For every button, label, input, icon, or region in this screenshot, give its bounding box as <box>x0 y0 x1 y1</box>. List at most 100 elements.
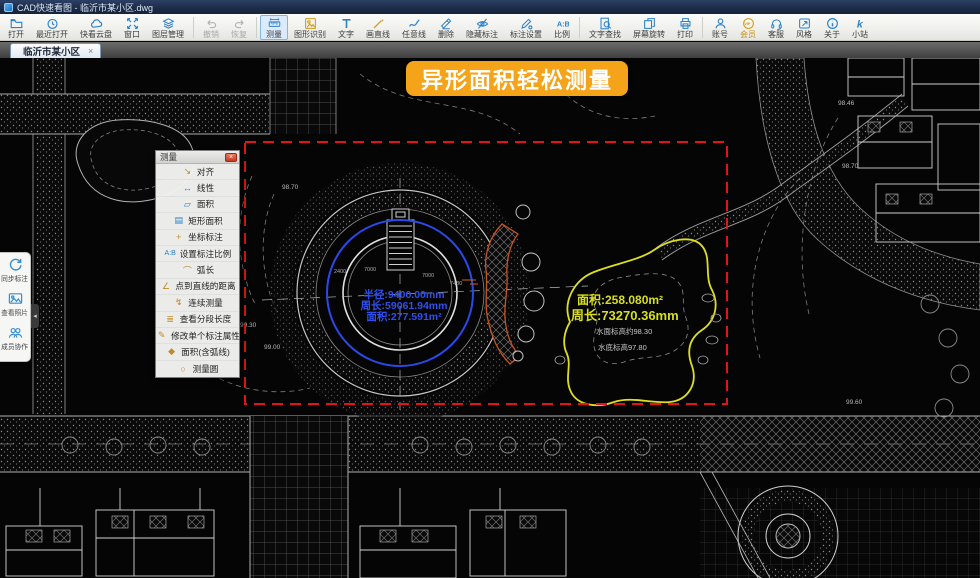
print-button[interactable]: 打印 <box>671 15 699 40</box>
about-button[interactable]: 关于 <box>818 15 846 40</box>
delete-button[interactable]: 删除 <box>432 15 460 40</box>
svg-text:99.00: 99.00 <box>264 344 281 351</box>
toolbar-separator <box>579 17 580 38</box>
cloud-drive-button[interactable]: 快看云盘 <box>74 15 118 40</box>
window-arrows-icon <box>126 17 139 30</box>
svg-text:99.60: 99.60 <box>846 399 863 406</box>
find-text-button[interactable]: 文字查找 <box>583 15 627 40</box>
hide-annotation-button[interactable]: 隐藏标注 <box>460 15 504 40</box>
measure-item-edit-annotation[interactable]: ✎修改单个标注属性 <box>156 328 239 344</box>
side-panel-collapse-handle[interactable]: ◂ <box>31 304 39 328</box>
app-icon <box>4 3 13 12</box>
layers-icon <box>162 17 175 30</box>
measure-panel-close-icon[interactable]: × <box>225 153 237 162</box>
area-icon: ▱ <box>181 199 194 210</box>
measure-panel-title: 测量 <box>160 151 177 163</box>
svg-text:水底标高97.80: 水底标高97.80 <box>598 342 647 352</box>
member-collaboration-button[interactable]: 成员协作 <box>0 325 30 352</box>
svg-text:98.70: 98.70 <box>842 163 859 170</box>
sync-annotation-button[interactable]: 同步标注 <box>0 257 30 284</box>
measure-item-circle[interactable]: ○测量圆 <box>156 361 239 377</box>
measure-item-segment-length[interactable]: ≣查看分段长度 <box>156 312 239 328</box>
account-icon <box>714 17 727 30</box>
sync-icon <box>8 257 23 272</box>
drawing-tab[interactable]: 临沂市某小区 × <box>10 43 101 58</box>
shape-recognize-icon <box>304 17 317 30</box>
svg-text:7000: 7000 <box>422 273 434 279</box>
tab-label: 临沂市某小区 <box>23 44 80 58</box>
measure-button[interactable]: 测量 <box>260 15 288 40</box>
measure-panel: 测量 × ↘对齐 ↔线性 ▱面积 ▤矩形面积 +坐标标注 A:B设置标注比例 ⌒… <box>155 150 240 378</box>
shape-recognize-button[interactable]: 图形识别 <box>288 15 332 40</box>
undo-button[interactable]: 撤销 <box>197 15 225 40</box>
area-with-arc-icon: ◆ <box>165 346 178 357</box>
svg-text:98.70: 98.70 <box>282 184 299 191</box>
toolbar-separator <box>256 17 257 38</box>
screen-rotate-button[interactable]: 屏幕旋转 <box>627 15 671 40</box>
customer-service-button[interactable]: 客服 <box>762 15 790 40</box>
promo-banner: 异形面积轻松测量 <box>406 61 628 96</box>
draw-line-icon <box>372 17 385 30</box>
scale-ratio-icon <box>556 17 569 30</box>
measure-item-set-scale[interactable]: A:B设置标注比例 <box>156 246 239 262</box>
print-icon <box>679 17 692 30</box>
ksite-button[interactable]: 小站 <box>846 15 874 40</box>
measure-item-area-with-arc[interactable]: ◆面积(含弧线) <box>156 344 239 360</box>
measure-item-point-to-line[interactable]: ∠点到直线的距离 <box>156 279 239 295</box>
eraser-icon <box>440 17 453 30</box>
measure-item-continuous[interactable]: ↯连续测量 <box>156 295 239 311</box>
open-button[interactable]: 打开 <box>2 15 30 40</box>
window-title: CAD快速看图 - 临沂市某小区.dwg <box>17 1 153 14</box>
segment-length-icon: ≣ <box>164 314 177 325</box>
toolbar-separator <box>702 17 703 38</box>
screen-rotate-icon <box>643 17 656 30</box>
open-folder-icon <box>10 17 23 30</box>
find-text-icon <box>599 17 612 30</box>
svg-text:面积:258.080m²: 面积:258.080m² <box>577 292 663 307</box>
view-photos-button[interactable]: 查看照片 <box>0 291 30 318</box>
layer-manager-button[interactable]: 图层管理 <box>146 15 190 40</box>
tab-bar: 临沂市某小区 × <box>0 42 980 58</box>
vip-member-button[interactable]: 会员 <box>734 15 762 40</box>
collaboration-icon <box>8 325 23 340</box>
draw-line-button[interactable]: 画直线 <box>360 15 396 40</box>
ksite-icon <box>854 17 867 30</box>
svg-text:7000: 7000 <box>364 267 376 273</box>
window-button[interactable]: 窗口 <box>118 15 146 40</box>
tab-close-icon[interactable]: × <box>88 46 93 56</box>
main-toolbar: 打开 最近打开 快看云盘 窗口 图层管理 撤销 恢复 测量 图形识别 文字 画直… <box>0 14 980 41</box>
pond-measurement-label: 面积:258.080m² 周长:73270.36mm <box>571 292 679 323</box>
edit-annotation-icon: ✎ <box>155 330 168 341</box>
arc-length-icon: ⌒ <box>181 264 194 277</box>
linear-icon: ↔ <box>181 183 194 193</box>
measure-item-align[interactable]: ↘对齐 <box>156 164 239 180</box>
measure-ruler-icon <box>268 17 281 30</box>
side-panel: 同步标注 查看照片 成员协作 <box>0 252 31 362</box>
measure-item-linear[interactable]: ↔线性 <box>156 180 239 196</box>
measure-item-rect-area[interactable]: ▤矩形面积 <box>156 213 239 229</box>
cad-viewer-window: CAD快速看图 - 临沂市某小区.dwg 打开 最近打开 快看云盘 窗口 图层管… <box>0 0 980 578</box>
account-button[interactable]: 账号 <box>706 15 734 40</box>
point-to-line-icon: ∠ <box>159 281 172 292</box>
measure-item-area[interactable]: ▱面积 <box>156 197 239 213</box>
undo-icon <box>205 17 218 30</box>
annotation-settings-icon <box>520 17 533 30</box>
style-button[interactable]: 风格 <box>790 15 818 40</box>
measure-item-arc-length[interactable]: ⌒弧长 <box>156 262 239 278</box>
svg-text:水面标高约98.30: 水面标高约98.30 <box>596 326 652 336</box>
scale-ratio-button[interactable]: 比例 <box>548 15 576 40</box>
free-line-button[interactable]: 任意线 <box>396 15 432 40</box>
measure-panel-titlebar[interactable]: 测量 × <box>156 151 239 164</box>
cad-canvas[interactable]: 98.70 99.30 99.00 98.46 98.70 99.60 7000… <box>0 58 980 578</box>
align-icon: ↘ <box>181 166 194 177</box>
recent-open-button[interactable]: 最近打开 <box>30 15 74 40</box>
redo-icon <box>233 17 246 30</box>
recent-clock-icon <box>46 17 59 30</box>
redo-button[interactable]: 恢复 <box>225 15 253 40</box>
text-button[interactable]: 文字 <box>332 15 360 40</box>
title-bar: CAD快速看图 - 临沂市某小区.dwg <box>0 0 980 14</box>
annotation-settings-button[interactable]: 标注设置 <box>504 15 548 40</box>
free-line-icon <box>408 17 421 30</box>
measure-item-coordinate[interactable]: +坐标标注 <box>156 230 239 246</box>
svg-text:7480: 7480 <box>450 281 462 287</box>
